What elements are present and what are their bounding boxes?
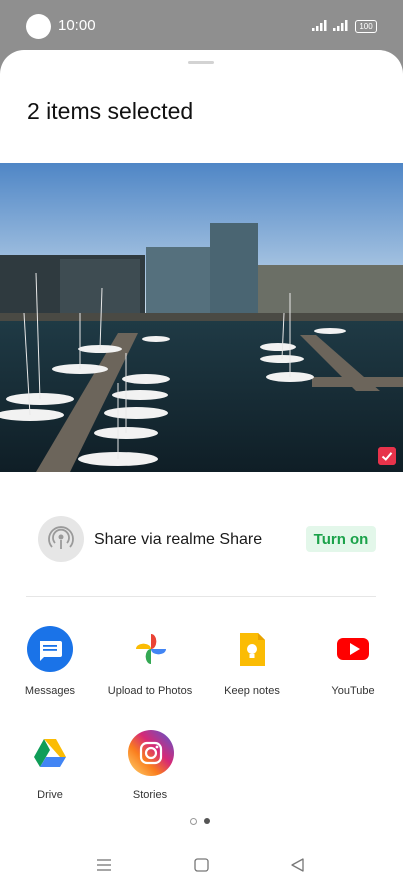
app-label: Messages bbox=[24, 685, 76, 697]
sheet-title: 2 items selected bbox=[27, 98, 194, 124]
app-keep-notes[interactable]: Keep notes bbox=[202, 626, 302, 706]
share-sheet: 2 items selected Share via realme Share … bbox=[0, 50, 403, 896]
nav-home-button[interactable] bbox=[194, 858, 209, 877]
cell-signal-2-icon bbox=[333, 20, 348, 31]
photos-icon bbox=[136, 634, 166, 664]
nav-menu-button[interactable] bbox=[96, 858, 112, 877]
drive-icon bbox=[34, 739, 66, 767]
camera-cutout bbox=[26, 14, 51, 39]
battery-icon: 100 bbox=[355, 20, 377, 33]
app-label: Drive bbox=[37, 789, 63, 801]
app-drive[interactable]: Drive bbox=[0, 730, 100, 810]
app-youtube[interactable]: YouTube bbox=[303, 626, 403, 706]
home-icon bbox=[194, 858, 209, 872]
status-time: 10:00 bbox=[58, 17, 96, 34]
status-bar: 10:00 100 bbox=[0, 0, 403, 52]
realme-share-row: Share via realme Share Turn on bbox=[38, 516, 378, 564]
app-label: Upload to Photos bbox=[107, 685, 193, 697]
selected-checkbox-icon[interactable] bbox=[378, 447, 396, 465]
divider bbox=[26, 596, 376, 597]
page-dot[interactable] bbox=[190, 818, 197, 825]
harbor-photo bbox=[0, 163, 403, 472]
page-dot-active[interactable] bbox=[204, 818, 210, 824]
back-icon bbox=[291, 858, 304, 872]
realme-share-icon bbox=[38, 516, 84, 562]
cell-signal-icon bbox=[312, 20, 327, 31]
app-messages[interactable]: Messages bbox=[0, 626, 100, 706]
sheet-drag-handle[interactable] bbox=[188, 61, 214, 64]
menu-icon bbox=[97, 859, 111, 871]
instagram-icon bbox=[128, 730, 174, 776]
app-upload-to-photos[interactable]: Upload to Photos bbox=[100, 626, 200, 706]
keep-notes-icon bbox=[240, 633, 265, 666]
selected-photo-preview[interactable] bbox=[0, 163, 403, 472]
messages-icon bbox=[27, 626, 73, 672]
realme-share-label: Share via realme Share bbox=[94, 531, 263, 548]
youtube-icon bbox=[337, 638, 369, 660]
turn-on-button[interactable]: Turn on bbox=[306, 526, 376, 552]
app-stories[interactable]: Stories bbox=[100, 730, 200, 810]
nav-back-button[interactable] bbox=[290, 858, 305, 877]
app-label: YouTube bbox=[331, 685, 375, 697]
app-label: Keep notes bbox=[224, 685, 280, 697]
app-label: Stories bbox=[132, 789, 168, 801]
